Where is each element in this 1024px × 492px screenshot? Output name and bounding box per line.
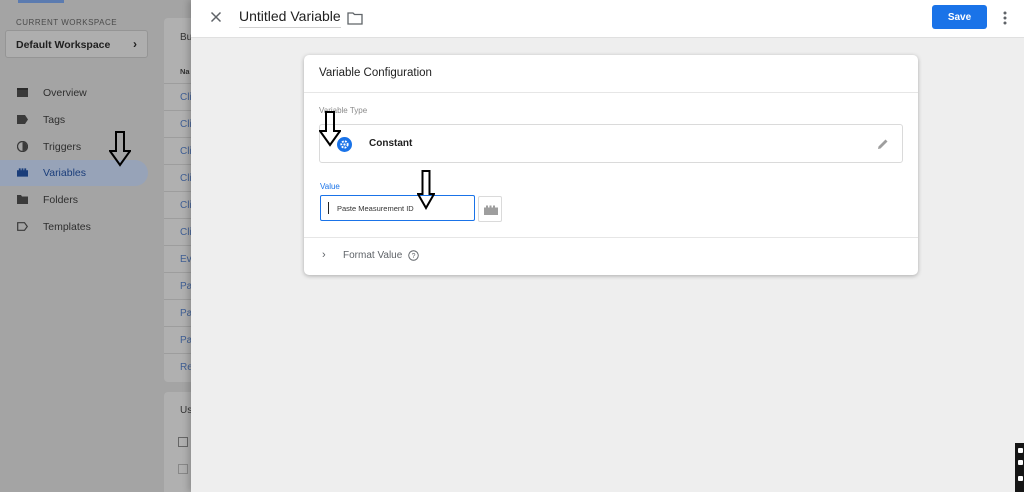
annotation-arrow-down-icon: [109, 131, 131, 167]
text-cursor: [328, 202, 329, 214]
list-item-label: Cli: [180, 146, 192, 157]
sheet-header: Untitled Variable Save: [191, 0, 1024, 38]
annotation-arrow-down-icon: [319, 111, 341, 147]
list-item-label: Ev: [180, 254, 192, 265]
template-icon: [17, 222, 28, 231]
more-vert-icon[interactable]: [999, 9, 1011, 27]
chevron-right-icon: ›: [133, 37, 137, 51]
list-item-label: Cli: [180, 92, 192, 103]
toolbar-dot: [1018, 460, 1023, 465]
annotation-arrow-down-icon: [417, 170, 435, 210]
trigger-icon: [17, 141, 28, 152]
sidebar-item-label: Folders: [43, 194, 79, 206]
chevron-right-icon: ›: [322, 249, 326, 261]
help-icon[interactable]: ?: [408, 250, 419, 261]
workspace-label: CURRENT WORKSPACE: [16, 18, 118, 27]
value-label: Value: [320, 182, 340, 191]
workspace-name: Default Workspace: [16, 39, 111, 51]
column-header: Na: [180, 67, 190, 76]
variable-editor-sheet: Untitled Variable Save Variable Configur…: [191, 0, 1024, 492]
variable-type-selector[interactable]: Constant: [319, 124, 903, 163]
sidebar-item-label: Templates: [43, 221, 91, 233]
list-item-label: Cli: [180, 173, 192, 184]
list-item-label: Cli: [180, 119, 192, 130]
close-icon[interactable]: [208, 9, 224, 25]
list-item-label: Cli: [180, 200, 192, 211]
variables-icon: [17, 168, 28, 177]
insert-variable-button[interactable]: [478, 196, 502, 222]
format-value-label: Format Value: [343, 250, 403, 261]
pencil-icon[interactable]: [876, 137, 890, 151]
divider: [304, 237, 918, 238]
card-title: Variable Configuration: [319, 67, 432, 79]
divider: [304, 92, 918, 93]
variables-icon: [484, 205, 498, 215]
row-checkbox[interactable]: [178, 464, 188, 474]
floating-toolbar[interactable]: [1015, 443, 1024, 492]
list-item-label: Cli: [180, 227, 192, 238]
sidebar-item-label: Triggers: [43, 141, 82, 153]
folder-icon: [17, 195, 28, 204]
sidebar-item-label: Tags: [43, 114, 66, 126]
variable-name-field[interactable]: Untitled Variable: [239, 8, 341, 28]
save-button[interactable]: Save: [932, 5, 987, 29]
format-value-toggle[interactable]: › Format Value ?: [322, 248, 442, 264]
value-input[interactable]: [320, 195, 475, 221]
tag-icon: [17, 115, 28, 124]
svg-text:?: ?: [412, 253, 416, 260]
toolbar-dot: [1018, 476, 1023, 481]
workspace-selector[interactable]: Default Workspace ›: [5, 30, 148, 58]
variable-configuration-card: Variable Configuration Variable Type Con…: [304, 55, 918, 275]
sidebar-item-label: Variables: [43, 167, 86, 179]
variable-type-name: Constant: [369, 138, 413, 149]
sidebar: CURRENT WORKSPACE Default Workspace › Ov…: [0, 0, 162, 492]
toolbar-dot: [1018, 448, 1023, 453]
folder-icon[interactable]: [347, 11, 363, 25]
select-all-checkbox[interactable]: [178, 437, 188, 447]
briefcase-icon: [17, 88, 28, 97]
sidebar-item-label: Overview: [43, 87, 87, 99]
sidebar-accent-bar: [18, 0, 64, 3]
